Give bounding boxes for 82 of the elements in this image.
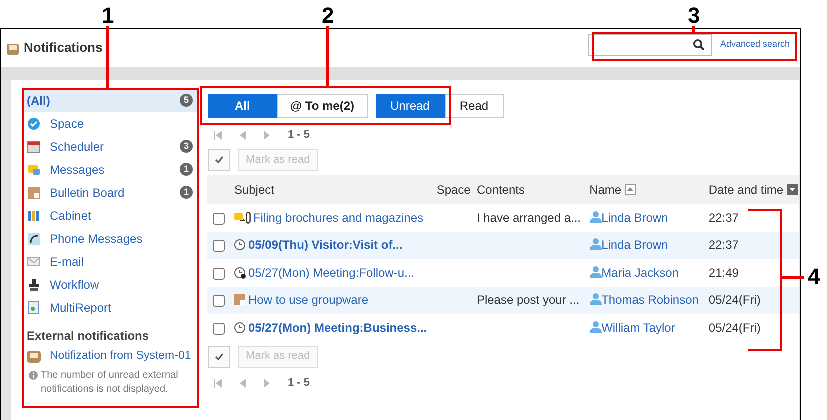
subject-link[interactable]: Filing brochures and magazines	[253, 210, 424, 225]
info-note: The number of unread external notifications is not displayed.	[41, 370, 178, 395]
search-field[interactable]	[588, 34, 712, 56]
user-link[interactable]: Linda Brown	[590, 210, 668, 225]
sidebar-item[interactable]: Workflow	[23, 273, 197, 296]
count-badge: 1	[180, 186, 193, 199]
sidebar-item[interactable]: (All) 5	[23, 89, 197, 112]
chat-bubble-icon	[234, 212, 246, 224]
column-header[interactable]: Name	[590, 182, 622, 196]
stamp-icon	[27, 278, 41, 292]
leader-line	[106, 26, 109, 88]
subject-link[interactable]: 05/27(Mon) Meeting:Follow-u...	[248, 266, 415, 280]
count-badge: 1	[180, 163, 193, 176]
filter-tab[interactable]: Unread	[376, 94, 445, 118]
callout-number: 3	[688, 5, 700, 27]
user-icon	[590, 238, 602, 250]
inbox-icon	[27, 351, 41, 363]
user-icon	[590, 210, 602, 223]
column-header[interactable]: Subject	[234, 182, 274, 196]
clock-icon	[234, 239, 246, 252]
chat-bubbles-icon	[27, 162, 41, 176]
clock-icon	[234, 322, 246, 334]
check-icon	[214, 156, 224, 164]
date-text: 05/24(Fri)	[708, 320, 761, 335]
sort-ascending-icon[interactable]	[624, 184, 636, 194]
page-range: 1 - 5	[288, 128, 310, 143]
sort-descending-icon[interactable]	[786, 184, 798, 194]
envelope-icon	[27, 254, 41, 268]
user-icon	[590, 320, 602, 333]
count-badge: 3	[180, 140, 193, 153]
sidebar-item[interactable]: E-mail	[23, 250, 197, 273]
contents-text: Please post your ...	[476, 293, 580, 308]
window-title: Notifications	[24, 39, 103, 58]
filter-tab[interactable]: Read	[444, 94, 504, 118]
advanced-search-link[interactable]: Advanced search	[720, 38, 790, 52]
sidebar-item[interactable]: MultiReport	[23, 296, 197, 319]
date-text: 05/24(Fri)	[708, 293, 761, 308]
select-all-button[interactable]	[208, 346, 230, 368]
row-checkbox[interactable]	[213, 212, 225, 225]
date-text: 22:37	[708, 238, 739, 252]
sidebar-item[interactable]: Phone Messages	[23, 227, 197, 250]
callout-number: 1	[102, 5, 114, 27]
sidebar-item[interactable]: Messages 1	[23, 158, 197, 181]
select-all-button[interactable]	[208, 149, 230, 171]
row-checkbox[interactable]	[213, 268, 225, 280]
row-checkbox[interactable]	[213, 322, 225, 335]
page-range: 1 - 5	[288, 376, 310, 392]
date-text: 22:37	[708, 210, 739, 225]
sidebar-item[interactable]: Space	[23, 112, 197, 135]
board-icon	[27, 186, 41, 200]
filter-tab[interactable]: @ To me(2)	[277, 94, 368, 118]
report-icon	[27, 300, 41, 314]
user-icon	[590, 266, 602, 278]
info-icon	[29, 371, 38, 380]
calendar-icon	[27, 140, 41, 154]
search-icon[interactable]	[693, 39, 706, 51]
phone-icon	[27, 232, 41, 246]
contents-text: I have arranged a...	[476, 210, 582, 225]
user-link[interactable]: William Taylor	[590, 320, 676, 335]
sidebar-item[interactable]: Bulletin Board 1	[23, 181, 197, 204]
leader-line	[782, 276, 804, 279]
clock-cancelled-icon	[234, 266, 246, 279]
sidebar-item[interactable]: Cabinet	[23, 204, 197, 227]
user-icon	[590, 293, 602, 306]
date-text: 21:49	[708, 266, 739, 280]
callout-number: 4	[808, 266, 820, 288]
binders-icon	[27, 208, 41, 222]
leader-line	[326, 26, 329, 86]
subject-link[interactable]: 05/27(Mon) Meeting:Business...	[248, 320, 428, 335]
sidebar-item[interactable]: Notifization from System-01	[23, 347, 197, 367]
count-badge: 5	[180, 94, 193, 107]
inbox-icon	[6, 42, 20, 56]
check-icon	[214, 352, 224, 360]
user-link[interactable]: Maria Jackson	[590, 266, 679, 280]
board-icon	[234, 294, 246, 306]
callout-number: 2	[322, 5, 334, 27]
row-checkbox[interactable]	[213, 295, 225, 308]
filter-tab[interactable]: All	[208, 94, 278, 118]
section-heading: External notifications	[27, 328, 150, 345]
sidebar-item[interactable]: Scheduler 3	[23, 135, 197, 158]
globe-icon	[27, 116, 41, 130]
row-checkbox[interactable]	[213, 240, 225, 252]
